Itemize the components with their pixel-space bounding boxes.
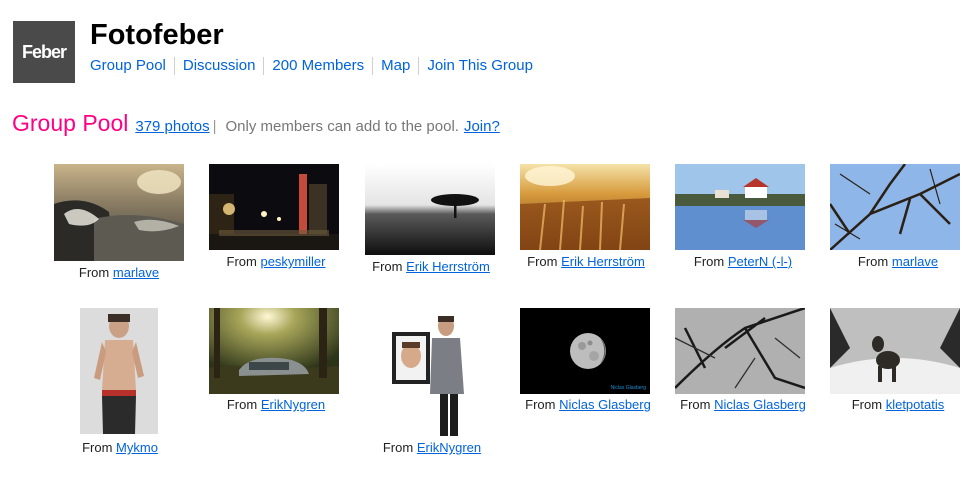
photo-caption: From Erik Herrström <box>506 254 666 269</box>
tree-branches-image <box>830 164 960 250</box>
photo-owner-link[interactable]: Erik Herrström <box>561 254 645 269</box>
caption-prefix: From <box>382 440 414 455</box>
photo-thumbnail[interactable] <box>830 164 960 250</box>
photo-thumbnail[interactable] <box>388 314 470 436</box>
night-street-image <box>209 164 339 250</box>
group-logo-text: Feber <box>21 41 67 62</box>
coastal-waves-image <box>54 164 184 261</box>
photo-caption: From Niclas Glasberg <box>663 397 823 412</box>
photo-thumbnail[interactable] <box>54 164 184 261</box>
photo-caption: From marlave <box>39 265 199 280</box>
photo-owner-link[interactable]: Niclas Glasberg <box>714 397 806 412</box>
caption-prefix: From <box>857 254 889 269</box>
photo-owner-link[interactable]: PeterN (-l-) <box>728 254 792 269</box>
caption-prefix: From <box>372 259 403 274</box>
photo-owner-link[interactable]: Niclas Glasberg <box>559 397 651 412</box>
bw-branches-image <box>675 308 805 394</box>
photo-caption: From marlave <box>818 254 978 269</box>
photo-caption: From peskymiller <box>196 254 356 269</box>
photo-caption: From ErikNygren <box>352 440 512 455</box>
nav-discussion[interactable]: Discussion <box>175 57 265 75</box>
pool-note: Only members can add to the pool. <box>225 118 459 135</box>
photo-owner-link[interactable]: kletpotatis <box>886 397 945 412</box>
photo-thumbnail[interactable] <box>209 164 339 250</box>
photo-caption: From Mykmo <box>40 440 200 455</box>
caption-prefix: From <box>851 397 883 412</box>
photo-owner-link[interactable]: Erik Herrström <box>406 259 490 274</box>
caption-prefix: From <box>680 397 711 412</box>
photo-owner-link[interactable]: marlave <box>113 265 159 280</box>
pool-photo-count-link[interactable]: 379 photos <box>135 118 209 135</box>
photo-owner-link[interactable]: ErikNygren <box>417 440 481 455</box>
photo-thumbnail[interactable] <box>520 164 650 250</box>
photo-owner-link[interactable]: ErikNygren <box>261 397 325 412</box>
photo-caption: From kletpotatis <box>818 397 978 412</box>
moon-image <box>520 308 650 394</box>
photo-thumbnail[interactable] <box>365 164 495 255</box>
nav-map[interactable]: Map <box>373 57 420 75</box>
caption-prefix: From <box>82 440 113 455</box>
caption-prefix: From <box>525 397 556 412</box>
photo-caption: From ErikNygren <box>196 397 356 412</box>
nav-join-group[interactable]: Join This Group <box>419 57 541 75</box>
lone-tree-image <box>365 164 495 255</box>
nav-members[interactable]: 200 Members <box>264 57 374 75</box>
pool-title: Group Pool <box>12 110 129 136</box>
lake-houses-image <box>675 164 805 250</box>
pool-separator: | <box>212 118 217 135</box>
pool-join-link[interactable]: Join? <box>464 118 500 135</box>
photo-owner-link[interactable]: marlave <box>892 254 938 269</box>
dog-snow-image <box>830 308 960 394</box>
caption-prefix: From <box>226 254 257 269</box>
photo-owner-link[interactable]: peskymiller <box>260 254 325 269</box>
man-with-frame-image <box>388 314 470 436</box>
wheat-field-image <box>520 164 650 250</box>
photo-watermark: Niclas Glasberg <box>610 385 646 391</box>
photo-thumbnail[interactable] <box>209 308 339 394</box>
photo-thumbnail[interactable] <box>830 308 960 394</box>
group-logo[interactable]: Feber <box>13 21 75 83</box>
photo-caption: From PeterN (-l-) <box>663 254 823 269</box>
photo-caption: From Niclas Glasberg <box>508 397 668 412</box>
photo-thumbnail[interactable] <box>675 308 805 394</box>
pool-header: Group Pool 379 photos | Only members can… <box>12 110 500 137</box>
photo-thumbnail[interactable] <box>675 164 805 250</box>
man-portrait-image <box>80 308 158 434</box>
caption-prefix: From <box>226 397 258 412</box>
caption-prefix: From <box>78 265 110 280</box>
photo-thumbnail[interactable] <box>80 308 158 434</box>
photo-caption: From Erik Herrström <box>351 259 511 274</box>
group-nav: Group Pool Discussion 200 Members Map Jo… <box>90 57 541 75</box>
photo-thumbnail[interactable]: Niclas Glasberg <box>520 308 650 394</box>
group-title: Fotofeber <box>90 19 224 51</box>
caption-prefix: From <box>527 254 558 269</box>
photo-owner-link[interactable]: Mykmo <box>116 440 158 455</box>
abandoned-car-image <box>209 308 339 394</box>
nav-group-pool[interactable]: Group Pool <box>90 57 175 75</box>
caption-prefix: From <box>693 254 725 269</box>
